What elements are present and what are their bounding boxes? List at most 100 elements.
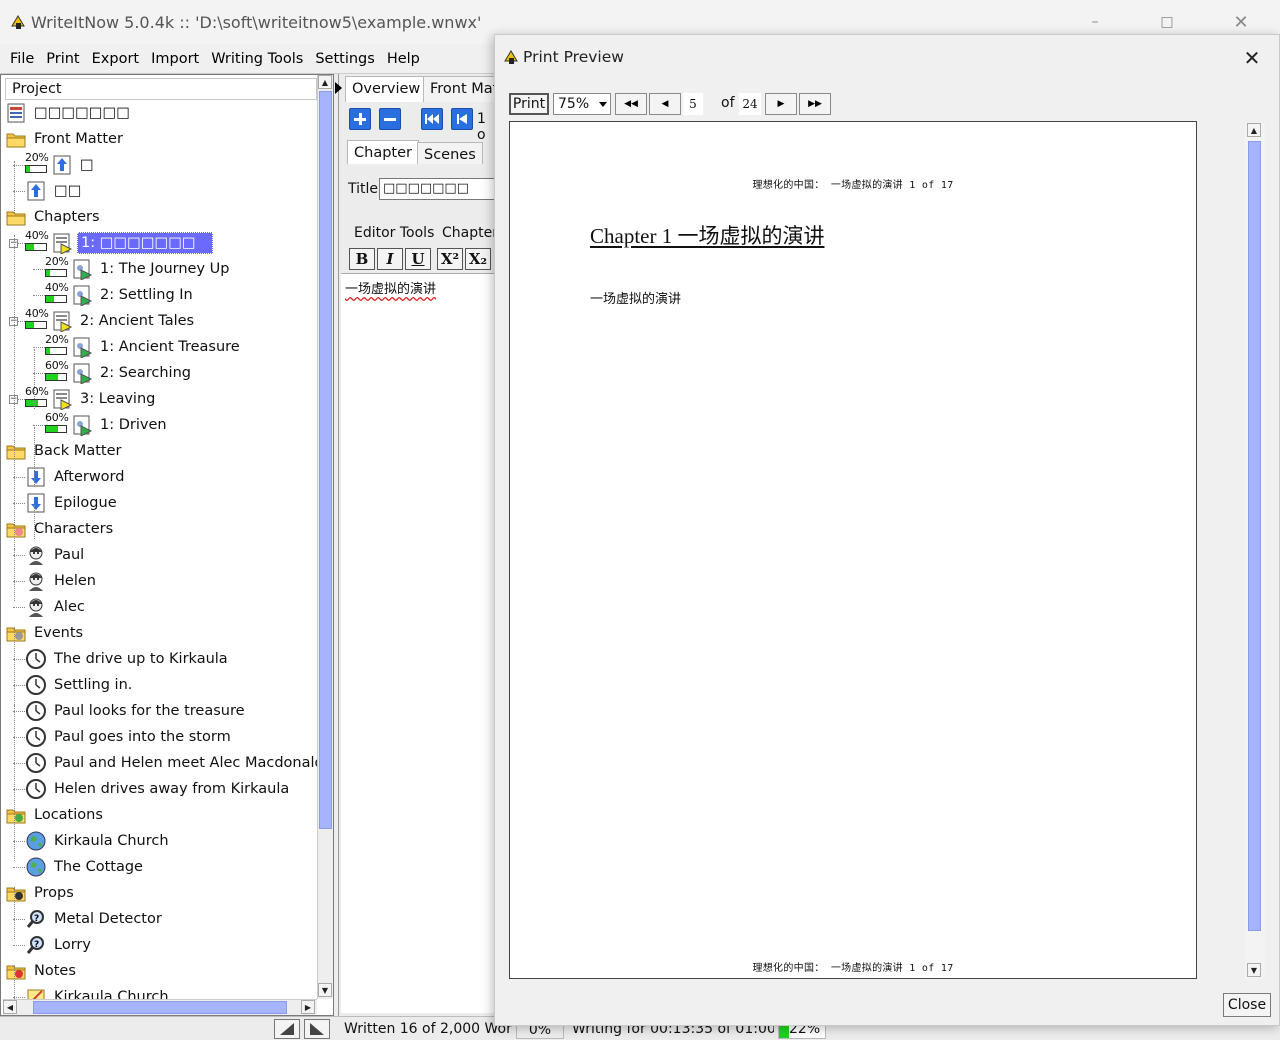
- tree-item[interactable]: Front Matter: [5, 127, 126, 151]
- clock-icon: [25, 700, 47, 722]
- first-item-button[interactable]: [421, 108, 443, 130]
- previous-page-button[interactable]: ◀: [649, 93, 681, 115]
- menu-print[interactable]: Print: [40, 51, 85, 67]
- tab-overview[interactable]: Overview: [345, 76, 428, 102]
- tree-item[interactable]: Epilogue: [25, 491, 120, 515]
- first-page-button[interactable]: ◀◀: [615, 93, 647, 115]
- tree-item[interactable]: Kirkaula Church: [25, 829, 172, 853]
- scroll-left-arrow-icon[interactable]: ◀: [3, 1000, 17, 1014]
- tree-scroll-thumb[interactable]: [319, 91, 332, 829]
- menu-help[interactable]: Help: [381, 51, 426, 67]
- clock-icon: [25, 726, 47, 748]
- scroll-right-arrow-icon[interactable]: ▶: [301, 1000, 315, 1014]
- tree-item[interactable]: Locations: [5, 803, 106, 827]
- tree-item[interactable]: 40% 2: Ancient Tales: [25, 308, 197, 333]
- tree-item[interactable]: The Cottage: [25, 855, 146, 879]
- skip-previous-icon: [457, 114, 467, 124]
- tree-item[interactable]: Paul looks for the treasure: [25, 699, 248, 723]
- tree-item[interactable]: The drive up to Kirkaula: [25, 647, 231, 671]
- tree-item[interactable]: 40% 2: Settling In: [45, 282, 196, 307]
- underline-button[interactable]: U: [405, 248, 431, 270]
- zoom-select[interactable]: 75%: [553, 93, 611, 115]
- text-editor[interactable]: 一场虚拟的演讲: [341, 273, 499, 1013]
- tree-item[interactable]: 40% 1: □□□□□□□: [25, 230, 213, 255]
- superscript-button[interactable]: X²: [437, 248, 463, 270]
- tab-front-matter[interactable]: Front Matt: [423, 76, 503, 102]
- scroll-up-arrow-icon[interactable]: ▲: [318, 75, 332, 89]
- tree-item[interactable]: Kirkaula Church: [25, 985, 172, 999]
- tree-hscroll-thumb[interactable]: [33, 1001, 287, 1014]
- tree-item[interactable]: □□□□□□□: [5, 101, 133, 125]
- tree-item[interactable]: 20% □: [25, 152, 97, 177]
- tree-item[interactable]: ? Metal Detector: [25, 907, 165, 931]
- page-number-field[interactable]: 5: [683, 93, 703, 115]
- tree-item[interactable]: Alec: [25, 595, 88, 619]
- tree-item[interactable]: Helen drives away from Kirkaula: [25, 777, 292, 801]
- tree-item[interactable]: Props: [5, 881, 77, 905]
- preview-scroll-thumb[interactable]: [1248, 141, 1261, 931]
- tree-item[interactable]: Helen: [25, 569, 99, 593]
- remove-button[interactable]: [379, 108, 401, 130]
- preview-vertical-scrollbar[interactable]: ▲ ▼: [1245, 123, 1265, 979]
- skip-first-icon: [425, 114, 439, 124]
- tree-connector: [33, 425, 45, 426]
- tree-item[interactable]: Settling in.: [25, 673, 135, 697]
- editor-panel: Overview Front Matt 1 o Chapter Scenes T…: [335, 74, 504, 1016]
- close-button[interactable]: Close: [1223, 993, 1271, 1017]
- progress-bar: [45, 373, 67, 381]
- tree-item[interactable]: 60% 1: Driven: [45, 412, 170, 437]
- add-button[interactable]: [349, 108, 371, 130]
- minimize-button[interactable]: –: [1072, 8, 1118, 36]
- tree-item[interactable]: 20% 1: The Journey Up: [45, 256, 232, 281]
- tree-item[interactable]: 60% 3: Leaving: [25, 386, 158, 411]
- tree-item[interactable]: □□: [25, 179, 84, 203]
- tile-vertical-button[interactable]: [304, 1019, 330, 1039]
- menu-writing-tools[interactable]: Writing Tools: [205, 51, 309, 67]
- menu-export[interactable]: Export: [86, 51, 145, 67]
- tree-item[interactable]: Paul: [25, 543, 87, 567]
- tab-editor-tools[interactable]: Editor Tools: [354, 225, 434, 241]
- tree-item[interactable]: ? Lorry: [25, 933, 94, 957]
- tree-horizontal-scrollbar[interactable]: ◀ ▶: [3, 999, 317, 1015]
- next-page-button[interactable]: ▶: [765, 93, 797, 115]
- menu-file[interactable]: File: [4, 51, 40, 67]
- tree-item[interactable]: Chapters: [5, 205, 103, 229]
- tile-horizontal-button[interactable]: [274, 1019, 300, 1039]
- tab-chapter-tools[interactable]: Chapter: [442, 225, 498, 241]
- tree-item[interactable]: Back Matter: [5, 439, 124, 463]
- globe-icon: [25, 830, 47, 852]
- collapse-arrow-icon[interactable]: [335, 82, 342, 94]
- folder-icon: [5, 128, 27, 150]
- tree-item[interactable]: Afterword: [25, 465, 127, 489]
- tree-item[interactable]: Characters: [5, 517, 116, 541]
- print-button[interactable]: Print: [509, 93, 549, 115]
- tree-item[interactable]: 60% 2: Searching: [45, 360, 194, 385]
- close-window-button[interactable]: ✕: [1218, 8, 1264, 36]
- chapter-title-field[interactable]: □□□□□□□: [379, 178, 504, 200]
- menu-settings[interactable]: Settings: [309, 51, 380, 67]
- tree-vertical-scrollbar[interactable]: ▲ ▼: [317, 75, 333, 999]
- tree-item[interactable]: Paul and Helen meet Alec Macdonald: [25, 751, 317, 775]
- tree-item[interactable]: Notes: [5, 959, 79, 983]
- subscript-button[interactable]: X₂: [465, 248, 491, 270]
- dialog-close-icon[interactable]: ✕: [1237, 45, 1267, 71]
- tree-item-label: 2: Settling In: [100, 287, 193, 303]
- progress-fill: [26, 166, 30, 172]
- tree-item[interactable]: Paul goes into the storm: [25, 725, 234, 749]
- bold-button[interactable]: B: [349, 248, 375, 270]
- tree-item[interactable]: 20% 1: Ancient Treasure: [45, 334, 243, 359]
- tab-scenes[interactable]: Scenes: [417, 142, 483, 164]
- italic-button[interactable]: I: [377, 248, 403, 270]
- tree-guide-line: [14, 161, 15, 213]
- tree-item[interactable]: Events: [5, 621, 86, 645]
- previous-item-button[interactable]: [451, 108, 473, 130]
- menu-import[interactable]: Import: [145, 51, 205, 67]
- scroll-down-arrow-icon[interactable]: ▼: [318, 983, 332, 997]
- maximize-button[interactable]: □: [1144, 8, 1190, 36]
- preview-scroll-up-icon[interactable]: ▲: [1247, 123, 1261, 137]
- tree-item-label: The Cottage: [54, 859, 143, 875]
- last-page-button[interactable]: ▶▶: [799, 93, 831, 115]
- progress-fill: [46, 296, 54, 302]
- preview-scroll-down-icon[interactable]: ▼: [1247, 963, 1261, 977]
- tab-chapter[interactable]: Chapter: [347, 140, 419, 164]
